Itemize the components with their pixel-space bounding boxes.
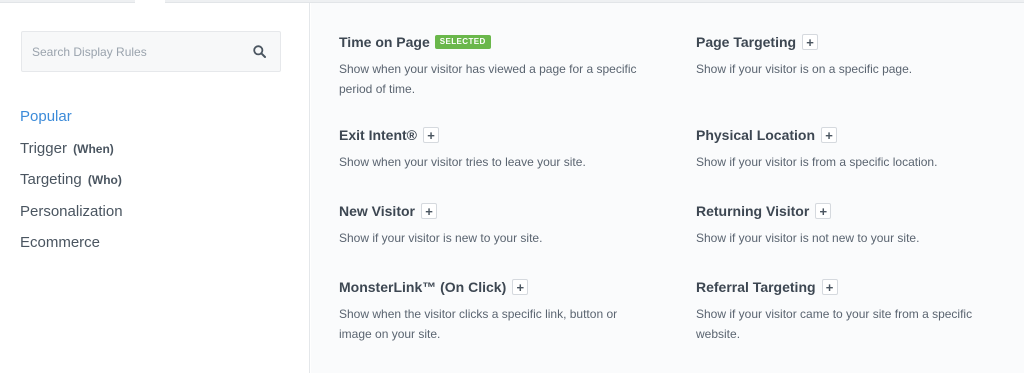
rule-page-targeting[interactable]: Page Targeting + Show if your visitor is… bbox=[696, 31, 1016, 79]
nav-item-label: Ecommerce bbox=[20, 234, 101, 251]
rule-description: Show if your visitor is from a specific … bbox=[696, 155, 938, 169]
plus-icon[interactable]: + bbox=[512, 279, 529, 295]
rule-referral-targeting[interactable]: Referral Targeting + Show if your visito… bbox=[696, 276, 1016, 344]
rule-title: Exit Intent® bbox=[339, 127, 417, 143]
rule-title: MonsterLink™ (On Click) bbox=[339, 279, 507, 295]
search-icon[interactable] bbox=[252, 45, 266, 59]
plus-icon[interactable]: + bbox=[421, 203, 437, 219]
rules-grid: Time on Page SELECTED Show when your vis… bbox=[311, 3, 1024, 373]
nav-item-sublabel: (Who) bbox=[87, 173, 122, 187]
search-box[interactable] bbox=[21, 31, 281, 72]
rule-title: Returning Visitor bbox=[696, 203, 810, 219]
plus-icon[interactable]: + bbox=[802, 34, 819, 50]
rule-title: Referral Targeting bbox=[696, 279, 816, 295]
rule-description: Show when your visitor has viewed a page… bbox=[339, 62, 637, 96]
rule-physical-location[interactable]: Physical Location + Show if your visitor… bbox=[696, 124, 1016, 172]
rule-description: Show if your visitor is new to your site… bbox=[339, 231, 543, 245]
rule-title: New Visitor bbox=[339, 203, 415, 219]
plus-icon[interactable]: + bbox=[821, 127, 838, 143]
rule-description: Show if your visitor is not new to your … bbox=[696, 231, 920, 245]
rule-title: Physical Location bbox=[696, 127, 816, 143]
plus-icon[interactable]: + bbox=[815, 203, 832, 219]
rules-sidebar: Popular Trigger (When) Targeting (Who) P… bbox=[0, 3, 310, 373]
nav-item-label: Popular bbox=[20, 108, 72, 125]
search-input[interactable] bbox=[32, 44, 232, 59]
nav-item-sublabel: (When) bbox=[73, 141, 114, 156]
nav-item-popular[interactable]: Popular bbox=[20, 101, 123, 133]
plus-icon[interactable]: + bbox=[821, 279, 838, 295]
nav-item-label: Personalization bbox=[20, 202, 123, 220]
rule-title: Time on Page bbox=[339, 34, 430, 50]
nav-item-label: Trigger bbox=[20, 139, 67, 157]
rule-title: Page Targeting bbox=[696, 34, 797, 50]
nav-item-label: Targeting bbox=[20, 171, 82, 188]
rule-exit-intent[interactable]: Exit Intent® + Show when your visitor tr… bbox=[339, 124, 659, 172]
rule-description: Show if your visitor is on a specific pa… bbox=[696, 62, 913, 76]
nav-item-targeting[interactable]: Targeting (Who) bbox=[20, 164, 123, 196]
category-nav: Popular Trigger (When) Targeting (Who) P… bbox=[20, 101, 123, 259]
plus-icon[interactable]: + bbox=[422, 127, 439, 143]
nav-item-trigger[interactable]: Trigger (When) bbox=[20, 133, 123, 165]
rule-returning-visitor[interactable]: Returning Visitor + Show if your visitor… bbox=[696, 200, 1016, 248]
rule-new-visitor[interactable]: New Visitor + Show if your visitor is ne… bbox=[339, 200, 659, 248]
rule-monsterlink[interactable]: MonsterLink™ (On Click) + Show when the … bbox=[339, 276, 659, 344]
nav-item-ecommerce[interactable]: Ecommerce bbox=[20, 227, 123, 259]
rule-description: Show when the visitor clicks a specific … bbox=[339, 307, 618, 341]
rule-description: Show when your visitor tries to leave yo… bbox=[339, 155, 586, 169]
rule-time-on-page[interactable]: Time on Page SELECTED Show when your vis… bbox=[339, 31, 659, 99]
nav-item-personalization[interactable]: Personalization bbox=[20, 196, 123, 228]
rule-description: Show if your visitor came to your site f… bbox=[696, 307, 973, 341]
selected-badge: SELECTED bbox=[434, 35, 491, 49]
